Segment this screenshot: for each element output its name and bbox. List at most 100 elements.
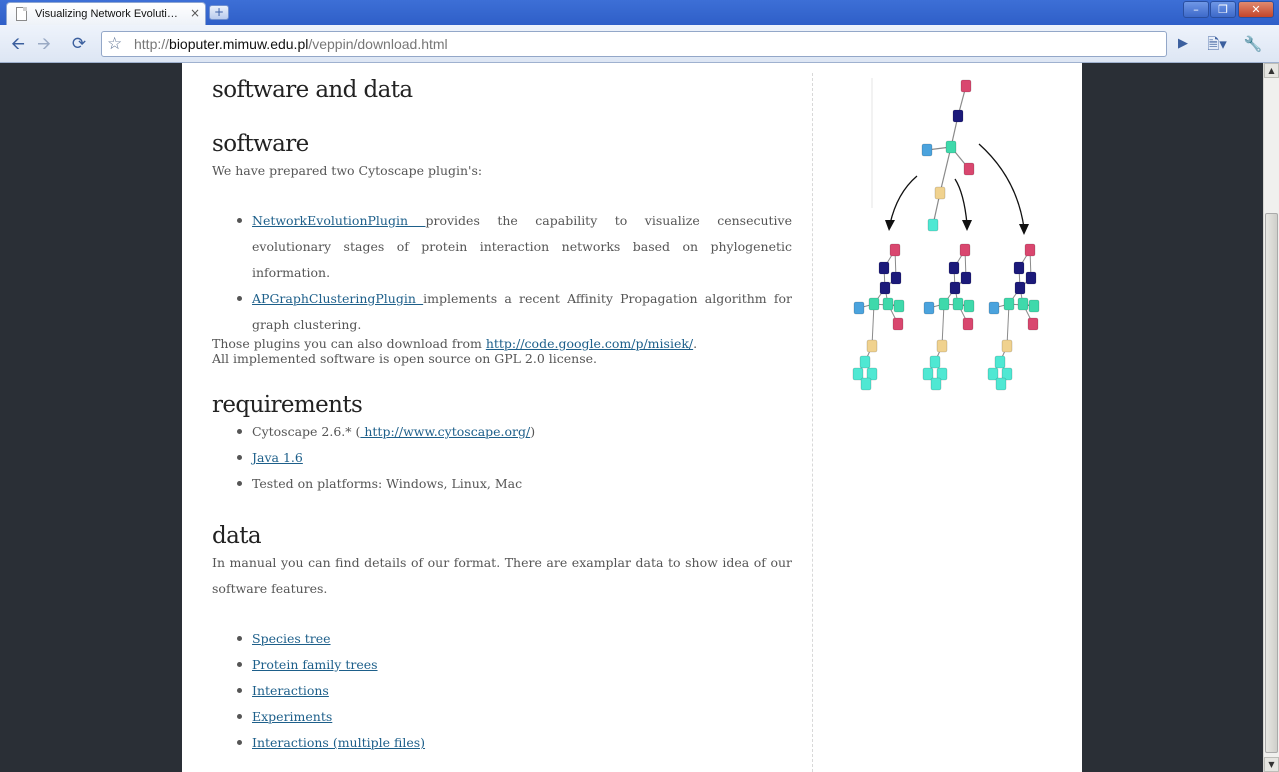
network-node: [960, 79, 972, 93]
network-node: [866, 339, 878, 353]
data-list: Species tree Protein family trees Intera…: [237, 626, 792, 756]
list-item: Protein family trees: [237, 652, 792, 678]
network-node: [963, 299, 975, 313]
wrench-menu-icon[interactable]: 🔧▾: [1240, 31, 1266, 79]
network-node: [952, 109, 964, 123]
list-item: Interactions: [237, 678, 792, 704]
experiments-link[interactable]: Experiments: [252, 709, 332, 724]
apgraph-clustering-plugin-link[interactable]: APGraphClusteringPlugin: [252, 291, 423, 306]
address-bar[interactable]: ☆ http://bioputer.mimuw.edu.pl/veppin/do…: [101, 31, 1167, 57]
network-node: [1017, 297, 1029, 311]
list-item: Tested on platforms: Windows, Linux, Mac: [237, 471, 792, 497]
network-node: [890, 271, 902, 285]
network-node: [860, 377, 872, 391]
go-button[interactable]: ▶: [1170, 31, 1196, 57]
column-divider: [812, 73, 813, 772]
active-tab[interactable]: Visualizing Network Evoluti… ×: [6, 2, 206, 25]
network-node: [921, 143, 933, 157]
page-viewport: software and data software We have prepa…: [0, 63, 1263, 772]
list-item: NetworkEvolutionPlugin provides the capa…: [237, 208, 792, 286]
species-tree-link[interactable]: Species tree: [252, 631, 331, 646]
scrollbar-thumb[interactable]: [1265, 213, 1278, 753]
network-node: [859, 355, 871, 369]
network-node: [1024, 243, 1036, 257]
scroll-up-icon[interactable]: ▲: [1264, 63, 1279, 78]
network-node: [892, 317, 904, 331]
tab-close-icon[interactable]: ×: [190, 6, 200, 20]
network-node: [1014, 281, 1026, 295]
list-item: Cytoscape 2.6.* ( http://www.cytoscape.o…: [237, 419, 792, 445]
network-node: [994, 355, 1006, 369]
bookmark-star-icon[interactable]: ☆: [107, 34, 122, 54]
list-item: Interactions (multiple files): [237, 730, 792, 756]
software-heading: software: [212, 131, 309, 157]
interactions-multiple-files-link[interactable]: Interactions (multiple files): [252, 735, 425, 750]
forward-button[interactable]: 🡪: [31, 31, 57, 57]
license-note: All implemented software is open source …: [212, 351, 598, 366]
list-item: Experiments: [237, 704, 792, 730]
url-text: http://bioputer.mimuw.edu.pl/veppin/down…: [134, 36, 448, 52]
new-tab-button[interactable]: +: [209, 5, 229, 20]
protein-family-trees-link[interactable]: Protein family trees: [252, 657, 378, 672]
network-node: [948, 261, 960, 275]
network-node: [868, 297, 880, 311]
download-note: Those plugins you can also download from…: [212, 336, 698, 351]
plugin-list: NetworkEvolutionPlugin provides the capa…: [237, 208, 792, 338]
network-node: [1001, 339, 1013, 353]
close-window-button[interactable]: ✕: [1238, 1, 1274, 18]
network-node: [995, 377, 1007, 391]
restore-button[interactable]: ❐: [1210, 1, 1236, 18]
network-node: [960, 271, 972, 285]
network-node: [879, 281, 891, 295]
requirements-list: Cytoscape 2.6.* ( http://www.cytoscape.o…: [237, 419, 792, 497]
network-node: [889, 243, 901, 257]
network-node: [963, 162, 975, 176]
network-node: [930, 377, 942, 391]
network-node: [923, 301, 935, 315]
software-intro: We have prepared two Cytoscape plugin's:: [212, 163, 483, 178]
tab-strip: Visualizing Network Evoluti… × + – ❐ ✕: [0, 0, 1279, 25]
network-node: [936, 339, 948, 353]
data-heading: data: [212, 523, 262, 549]
network-node: [934, 186, 946, 200]
interactions-link[interactable]: Interactions: [252, 683, 329, 698]
network-node: [878, 261, 890, 275]
list-item: Java 1.6: [237, 445, 792, 471]
network-node: [893, 299, 905, 313]
vertical-scrollbar[interactable]: ▲ ▼: [1263, 63, 1279, 772]
network-node: [952, 297, 964, 311]
requirements-heading: requirements: [212, 392, 363, 418]
list-item: APGraphClusteringPlugin implements a rec…: [237, 286, 792, 338]
reload-button[interactable]: ⟳: [66, 31, 92, 57]
network-node: [938, 297, 950, 311]
list-item: Species tree: [237, 626, 792, 652]
network-evolution-plugin-link[interactable]: NetworkEvolutionPlugin: [252, 213, 425, 228]
network-node: [1025, 271, 1037, 285]
page-title: software and data: [212, 77, 413, 103]
page-menu-icon[interactable]: 🗎▾: [1204, 31, 1230, 57]
network-node: [945, 140, 957, 154]
network-node: [1028, 299, 1040, 313]
network-node: [929, 355, 941, 369]
java-link[interactable]: Java 1.6: [252, 450, 303, 465]
data-intro: In manual you can find details of our fo…: [212, 555, 792, 596]
network-node: [882, 297, 894, 311]
scroll-down-icon[interactable]: ▼: [1264, 757, 1279, 772]
page-icon: [16, 7, 27, 21]
cytoscape-link[interactable]: http://www.cytoscape.org/: [360, 424, 530, 439]
network-node: [959, 243, 971, 257]
network-evolution-illustration: [852, 78, 1040, 391]
network-node: [1027, 317, 1039, 331]
browser-toolbar: 🡨 🡪 ⟳ ☆ http://bioputer.mimuw.edu.pl/vep…: [0, 25, 1279, 79]
network-node: [949, 281, 961, 295]
network-node: [1013, 261, 1025, 275]
network-node: [927, 218, 939, 232]
minimize-button[interactable]: –: [1183, 1, 1209, 18]
back-button[interactable]: 🡨: [5, 31, 31, 57]
network-node: [988, 301, 1000, 315]
page-body: software and data software We have prepa…: [182, 63, 1082, 772]
network-node: [853, 301, 865, 315]
tab-title: Visualizing Network Evoluti…: [35, 8, 178, 20]
network-node: [1003, 297, 1015, 311]
google-code-link[interactable]: http://code.google.com/p/misiek/: [486, 336, 693, 351]
